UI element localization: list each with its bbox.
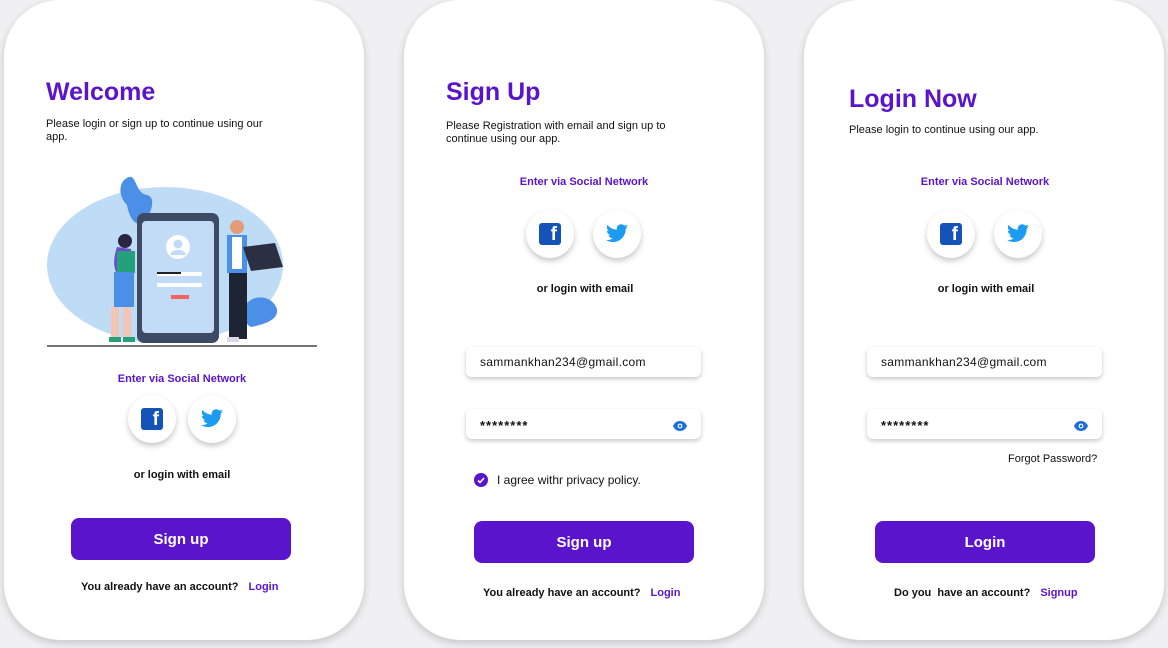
footer-text: You already have an account?: [81, 581, 239, 593]
page-subtitle: Please Registration with email and sign …: [446, 120, 666, 145]
signup-screen: Sign Up Please Registration with email a…: [404, 0, 764, 640]
facebook-button[interactable]: f: [526, 210, 574, 258]
login-prompt: You already have an account? Login: [81, 581, 278, 593]
twitter-icon: [201, 409, 223, 427]
login-button[interactable]: Login: [875, 521, 1095, 563]
eye-icon[interactable]: [673, 421, 687, 431]
facebook-icon: f: [141, 408, 163, 430]
email-field[interactable]: sammankhan234@gmail.com: [466, 347, 701, 377]
or-login-text: or login with email: [937, 283, 1035, 295]
social-heading: Enter via Social Network: [117, 373, 247, 385]
page-title: Welcome: [46, 78, 156, 106]
page-title: Login Now: [849, 85, 977, 113]
forgot-password-link[interactable]: Forgot Password?: [1008, 453, 1097, 465]
footer-text: Do you have an account?: [894, 587, 1031, 599]
twitter-icon: [1007, 224, 1029, 242]
email-field[interactable]: sammankhan234@gmail.com: [867, 347, 1102, 377]
facebook-icon: f: [940, 223, 962, 245]
twitter-button[interactable]: [188, 395, 236, 443]
social-heading: Enter via Social Network: [519, 176, 649, 188]
sign-up-button[interactable]: Sign up: [474, 521, 694, 563]
facebook-button[interactable]: f: [128, 395, 176, 443]
eye-icon[interactable]: [1074, 421, 1088, 431]
or-login-text: or login with email: [133, 469, 231, 481]
privacy-agreement[interactable]: I agree withr privacy policy.: [474, 473, 641, 487]
footer-text: You already have an account?: [483, 587, 641, 599]
password-value: ********: [480, 418, 529, 433]
login-link[interactable]: Login: [249, 581, 279, 593]
social-heading: Enter via Social Network: [920, 176, 1050, 188]
welcome-screen: Welcome Please login or sign up to conti…: [4, 0, 364, 640]
signup-link[interactable]: Signup: [1040, 587, 1077, 599]
email-value: sammankhan234@gmail.com: [480, 355, 646, 369]
email-value: sammankhan234@gmail.com: [881, 355, 1047, 369]
twitter-button[interactable]: [593, 210, 641, 258]
or-login-text: or login with email: [536, 283, 634, 295]
agree-label: I agree withr privacy policy.: [497, 473, 641, 487]
page-subtitle: Please login or sign up to continue usin…: [46, 118, 263, 143]
twitter-button[interactable]: [994, 210, 1042, 258]
password-field[interactable]: ********: [867, 409, 1102, 439]
password-field[interactable]: ********: [466, 409, 701, 439]
twitter-icon: [606, 224, 628, 242]
sign-up-button[interactable]: Sign up: [71, 518, 291, 560]
login-prompt: You already have an account? Login: [483, 587, 680, 599]
facebook-button[interactable]: f: [927, 210, 975, 258]
page-subtitle: Please login to continue using our app.: [849, 124, 1039, 136]
login-screen: Login Now Please login to continue using…: [804, 0, 1164, 640]
page-title: Sign Up: [446, 78, 541, 106]
login-link[interactable]: Login: [651, 587, 681, 599]
facebook-icon: f: [539, 223, 561, 245]
checkbox-checked-icon[interactable]: [474, 473, 488, 487]
login-illustration: [47, 176, 317, 347]
signup-prompt: Do you have an account? Signup: [894, 587, 1078, 599]
password-value: ********: [881, 418, 930, 433]
